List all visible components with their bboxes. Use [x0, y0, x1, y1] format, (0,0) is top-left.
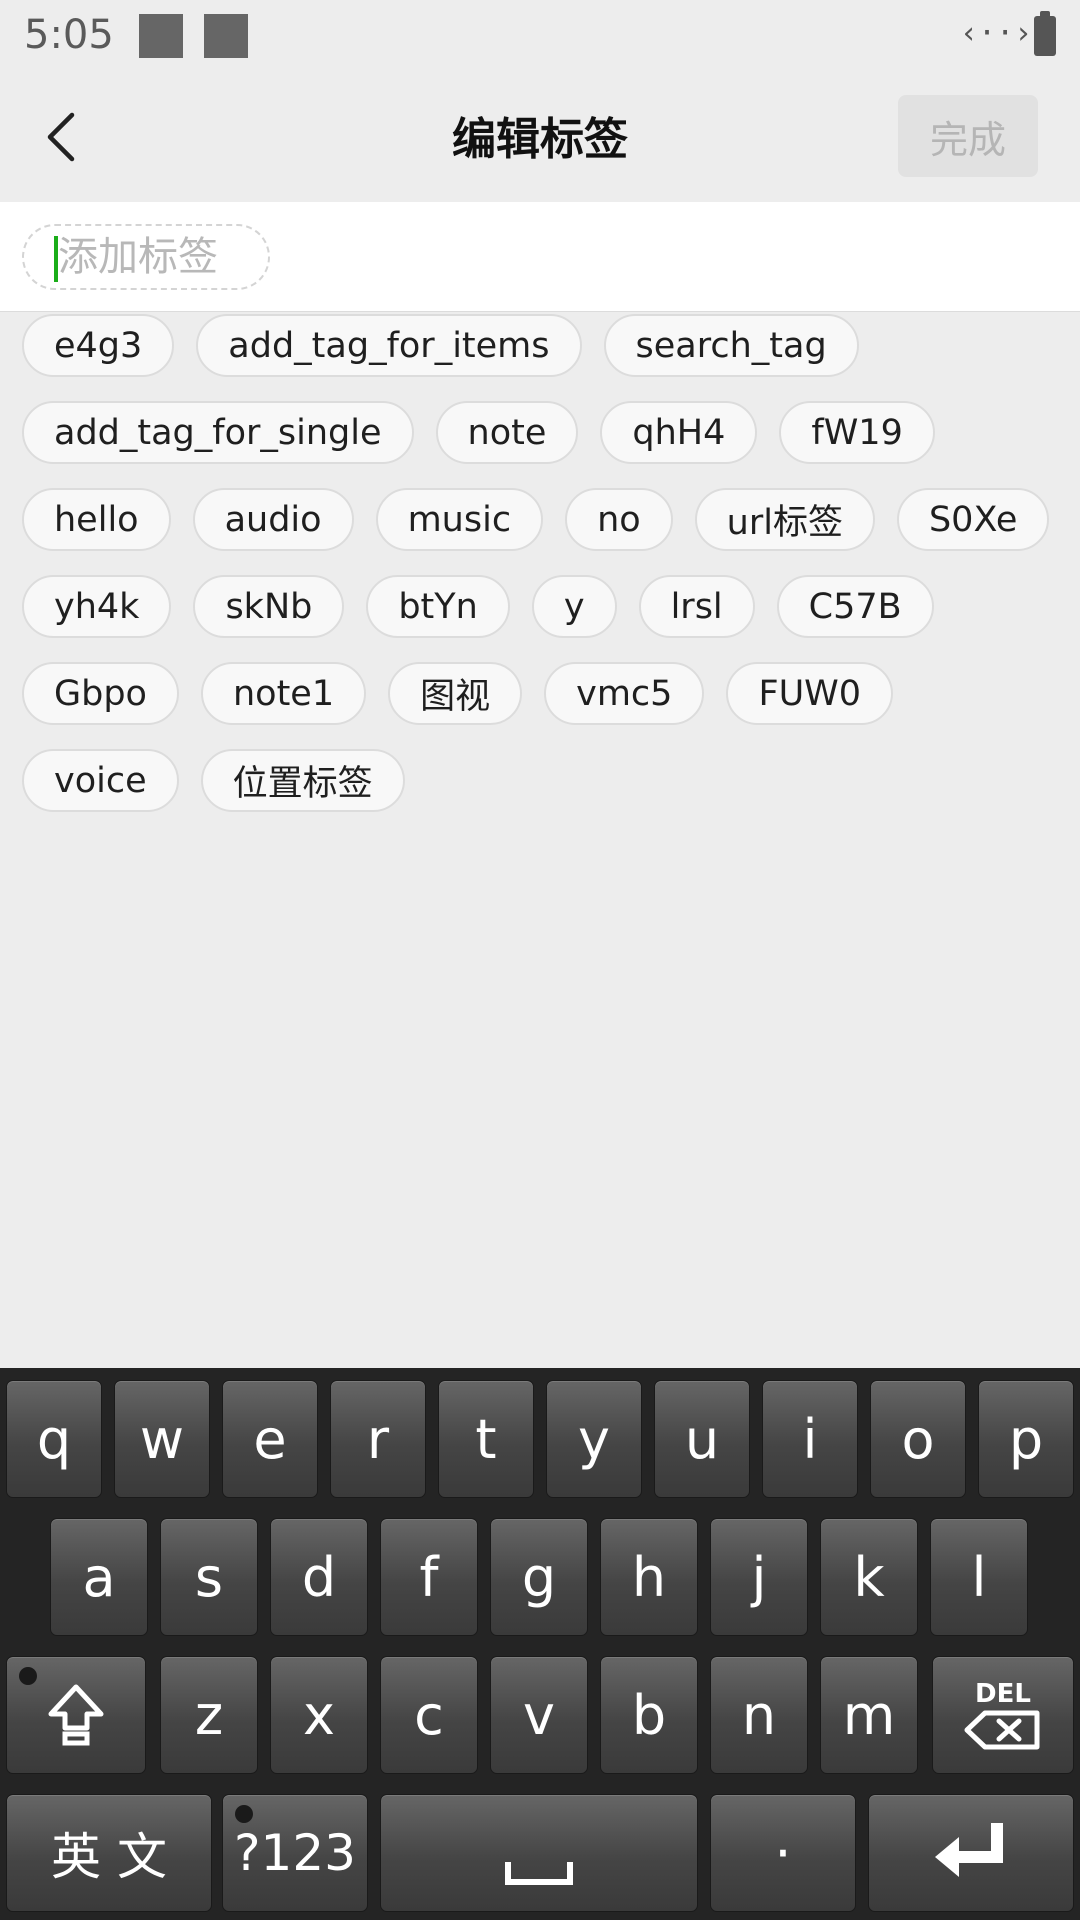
- key-i[interactable]: i: [762, 1380, 858, 1498]
- key-h[interactable]: h: [600, 1518, 698, 1636]
- tag-chip[interactable]: btYn: [366, 575, 510, 638]
- top-bar: 编辑标签 完成: [0, 75, 1080, 202]
- enter-arrow-icon: [935, 1823, 1003, 1877]
- shift-key[interactable]: [6, 1656, 146, 1774]
- tag-chip[interactable]: 图视: [388, 662, 523, 725]
- tag-chip[interactable]: y: [531, 575, 617, 638]
- tag-chip[interactable]: hello: [22, 488, 171, 551]
- tag-chip[interactable]: vmc5: [544, 662, 705, 725]
- tag-chip[interactable]: music: [375, 488, 544, 551]
- key-o[interactable]: o: [870, 1380, 966, 1498]
- key-w[interactable]: w: [114, 1380, 210, 1498]
- key-p[interactable]: p: [978, 1380, 1074, 1498]
- key-b[interactable]: b: [600, 1656, 698, 1774]
- tag-chip[interactable]: fW19: [779, 401, 935, 464]
- shift-arrow-icon: [48, 1684, 104, 1746]
- tag-chip[interactable]: skNb: [193, 575, 345, 638]
- tag-chip[interactable]: lrsl: [638, 575, 755, 638]
- notification-icon: [204, 14, 248, 58]
- notification-icon: [139, 14, 183, 58]
- delete-label: DEL: [975, 1679, 1031, 1709]
- key-a[interactable]: a: [50, 1518, 148, 1636]
- tag-chip[interactable]: no: [565, 488, 673, 551]
- tag-chip[interactable]: voice: [22, 749, 179, 812]
- tag-input-container[interactable]: [22, 224, 270, 290]
- tag-chip[interactable]: audio: [192, 488, 354, 551]
- status-bar: 5:05 ‹··›: [0, 0, 1080, 75]
- key-v[interactable]: v: [490, 1656, 588, 1774]
- key-q[interactable]: q: [6, 1380, 102, 1498]
- key-k[interactable]: k: [820, 1518, 918, 1636]
- key-t[interactable]: t: [438, 1380, 534, 1498]
- key-z[interactable]: z: [160, 1656, 258, 1774]
- tag-chip[interactable]: add_tag_for_items: [196, 314, 582, 377]
- language-key[interactable]: 英 文: [6, 1794, 212, 1912]
- key-f[interactable]: f: [380, 1518, 478, 1636]
- space-bar-icon: [505, 1862, 573, 1885]
- tag-chip[interactable]: yh4k: [22, 575, 172, 638]
- soft-keyboard: q w e r t y u i o p a s d f g h j k l z …: [0, 1368, 1080, 1920]
- tag-chip[interactable]: add_tag_for_single: [22, 401, 414, 464]
- tag-list: e4g3 add_tag_for_items search_tag add_ta…: [22, 314, 1062, 812]
- status-time: 5:05: [24, 12, 114, 58]
- symbols-key[interactable]: ?123: [222, 1794, 368, 1912]
- key-l[interactable]: l: [930, 1518, 1028, 1636]
- key-u[interactable]: u: [654, 1380, 750, 1498]
- key-r[interactable]: r: [330, 1380, 426, 1498]
- key-indicator-dot: [19, 1667, 37, 1685]
- key-c[interactable]: c: [380, 1656, 478, 1774]
- tag-chip[interactable]: S0Xe: [896, 488, 1050, 551]
- code-icon: ‹··›: [960, 16, 1033, 51]
- tag-chip[interactable]: e4g3: [22, 314, 175, 377]
- tag-chip[interactable]: qhH4: [600, 401, 758, 464]
- tag-chip[interactable]: 位置标签: [200, 749, 405, 812]
- period-key[interactable]: ·: [710, 1794, 856, 1912]
- tag-input-row: [0, 202, 1080, 312]
- tag-chip[interactable]: C57B: [776, 575, 934, 638]
- enter-key[interactable]: [868, 1794, 1074, 1912]
- tag-chip[interactable]: note: [435, 401, 579, 464]
- key-n[interactable]: n: [710, 1656, 808, 1774]
- key-g[interactable]: g: [490, 1518, 588, 1636]
- key-m[interactable]: m: [820, 1656, 918, 1774]
- key-y[interactable]: y: [546, 1380, 642, 1498]
- tag-chip[interactable]: FUW0: [726, 662, 894, 725]
- space-key[interactable]: [380, 1794, 698, 1912]
- add-tag-input[interactable]: [58, 226, 258, 288]
- done-button[interactable]: 完成: [898, 95, 1038, 177]
- delete-key[interactable]: DEL: [932, 1656, 1074, 1774]
- tag-chip[interactable]: search_tag: [603, 314, 859, 377]
- key-j[interactable]: j: [710, 1518, 808, 1636]
- backspace-icon: [964, 1710, 1040, 1750]
- tag-chip[interactable]: url标签: [694, 488, 875, 551]
- symbols-label: ?123: [234, 1824, 356, 1882]
- battery-icon: [1034, 11, 1056, 56]
- key-indicator-dot: [235, 1805, 253, 1823]
- tag-chip[interactable]: note1: [200, 662, 367, 725]
- key-d[interactable]: d: [270, 1518, 368, 1636]
- tag-chip[interactable]: Gbpo: [22, 662, 179, 725]
- key-e[interactable]: e: [222, 1380, 318, 1498]
- key-s[interactable]: s: [160, 1518, 258, 1636]
- key-x[interactable]: x: [270, 1656, 368, 1774]
